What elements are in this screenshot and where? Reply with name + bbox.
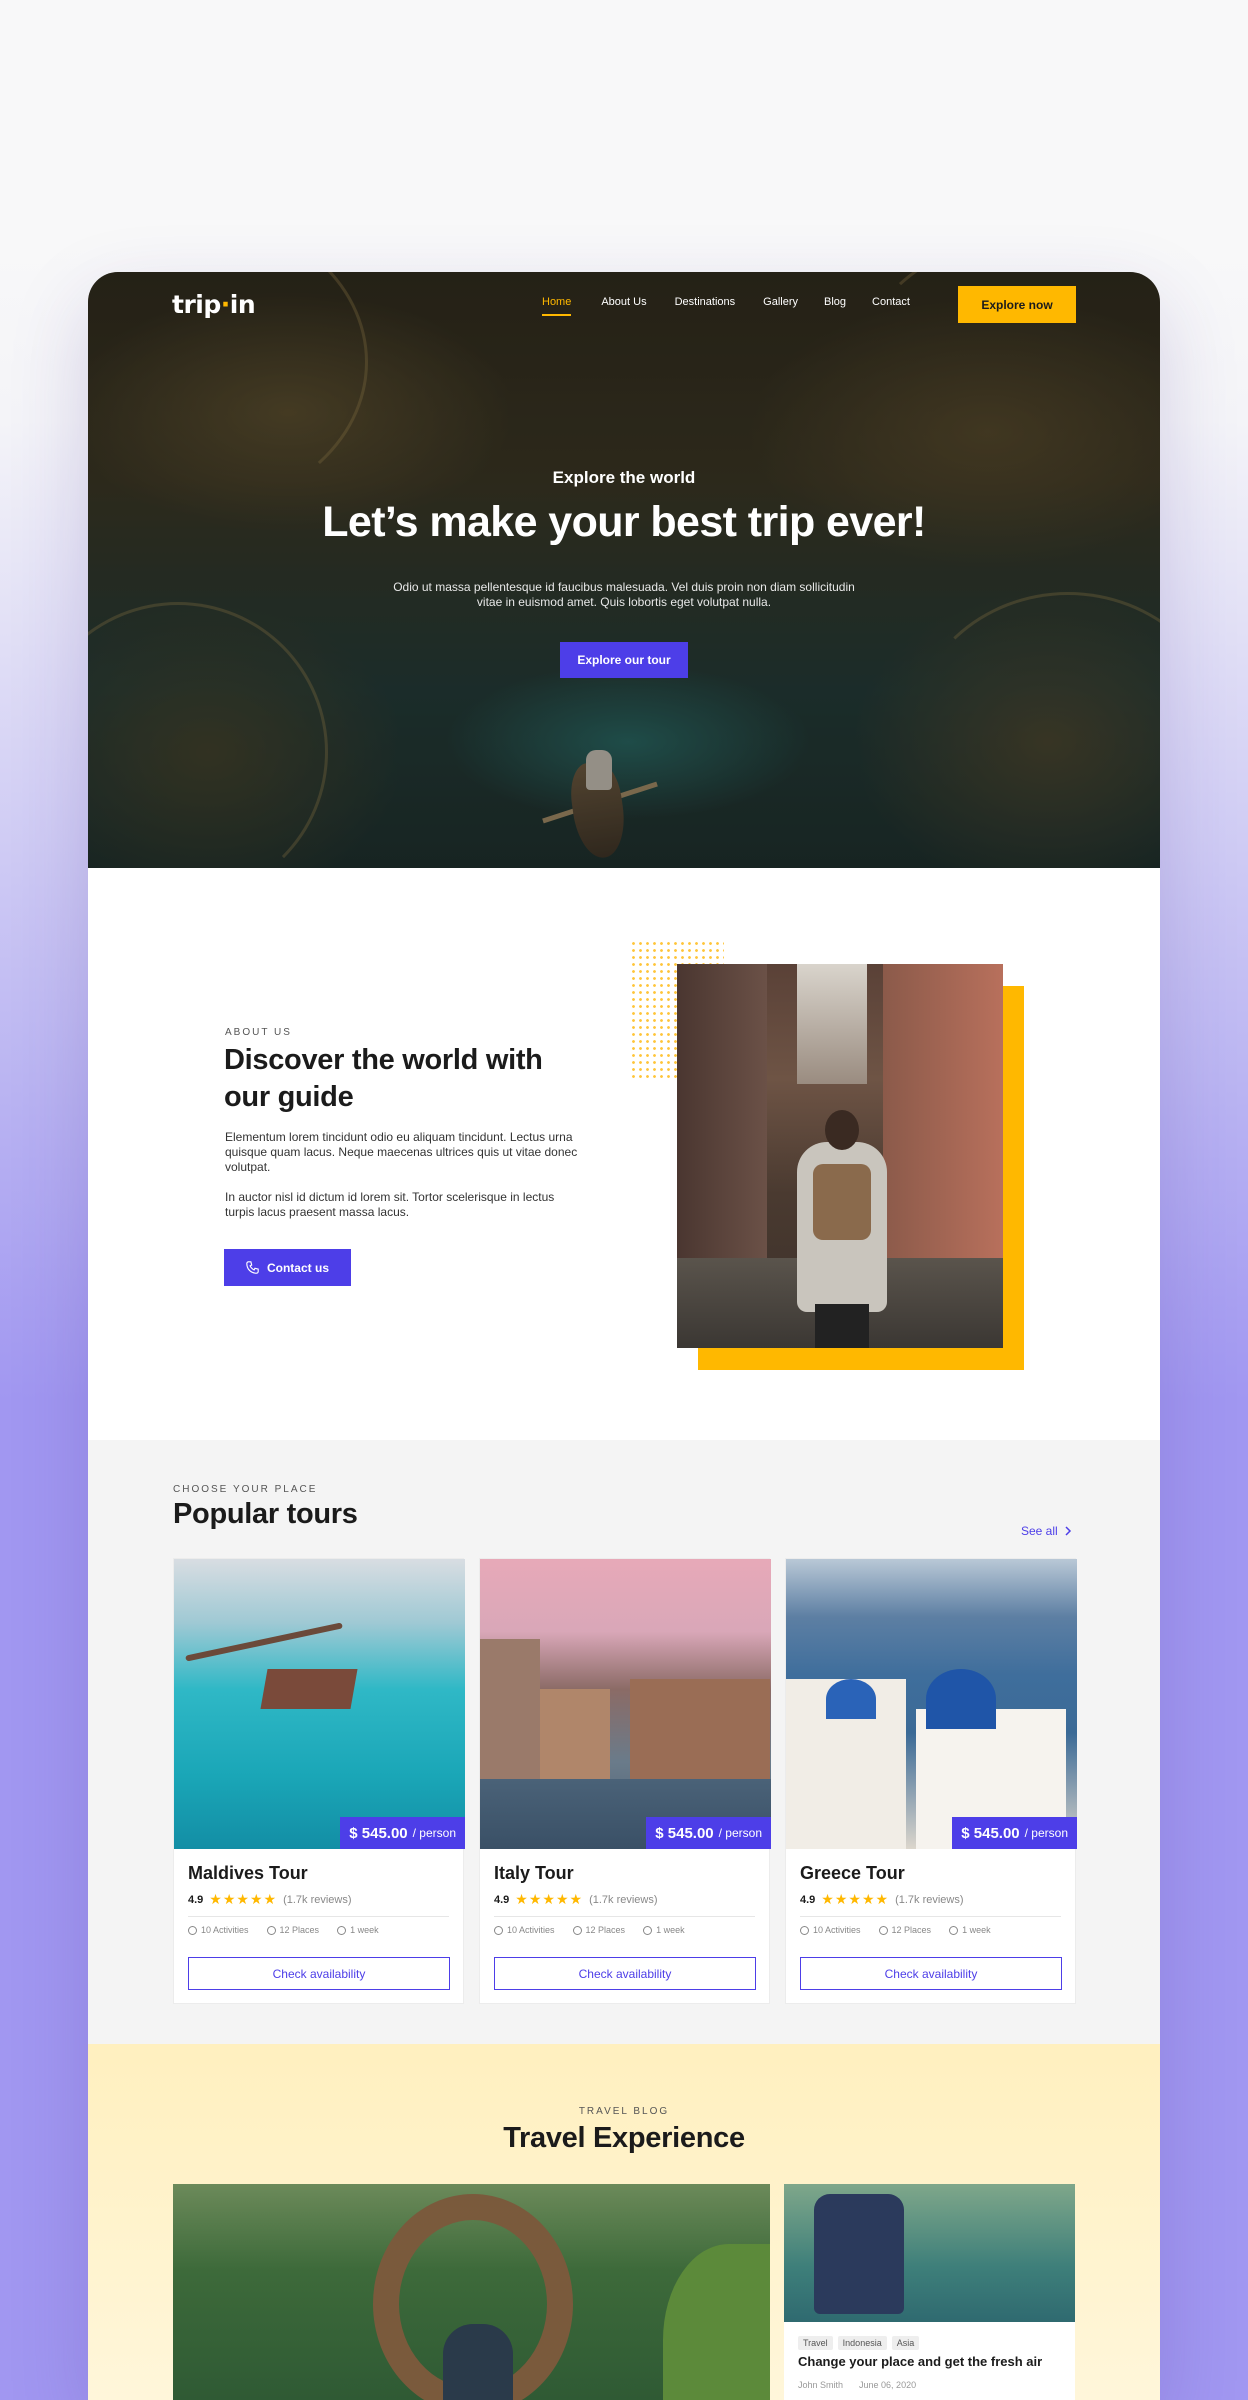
blog-author: John Smith bbox=[798, 2380, 844, 2390]
blog-featured-image[interactable] bbox=[173, 2184, 770, 2400]
tour-rating: 4.9 ★★★★★ (1.7k reviews) bbox=[800, 1891, 964, 1907]
user-icon bbox=[572, 1925, 582, 1935]
trophy-icon bbox=[494, 1925, 503, 1935]
nav-destinations[interactable]: Destinations bbox=[675, 294, 736, 316]
blog-date: June 06, 2020 bbox=[859, 2380, 917, 2390]
explore-our-tour-button[interactable]: Explore our tour bbox=[560, 642, 688, 678]
tour-rating: 4.9 ★★★★★ (1.7k reviews) bbox=[494, 1891, 658, 1907]
star-rating-icon: ★★★★★ bbox=[515, 1891, 584, 1907]
tour-title: Italy Tour bbox=[494, 1863, 574, 1883]
contact-us-button[interactable]: Contact us bbox=[224, 1249, 351, 1286]
trophy-icon bbox=[800, 1925, 809, 1935]
contact-us-label: Contact us bbox=[266, 1260, 329, 1275]
price-badge: $ 545.00/ person bbox=[646, 1817, 771, 1849]
about-title: Discover the world with our guide bbox=[224, 1044, 543, 1113]
nav-about-us[interactable]: About Us bbox=[601, 294, 646, 316]
tag-asia[interactable]: Asia bbox=[891, 2336, 920, 2350]
tour-title: Maldives Tour bbox=[188, 1863, 308, 1883]
about-eyebrow: ABOUT US bbox=[225, 1027, 292, 1038]
trophy-icon bbox=[188, 1925, 197, 1935]
nav-home[interactable]: Home bbox=[542, 294, 572, 316]
tours-eyebrow: CHOOSE YOUR PLACE bbox=[173, 1484, 318, 1495]
user-icon bbox=[266, 1925, 276, 1935]
logo[interactable]: trip·in bbox=[172, 290, 256, 319]
chevron-right-icon bbox=[1065, 1526, 1071, 1536]
main-nav: Home About Us Destinations Gallery Blog … bbox=[542, 294, 910, 316]
blog-eyebrow: TRAVEL BLOG bbox=[578, 2106, 670, 2117]
tour-card[interactable]: $ 545.00/ person Italy Tour 4.9 ★★★★★ (1… bbox=[479, 1558, 771, 2004]
blog-post-meta: John Smith June 06, 2020 bbox=[798, 2380, 916, 2390]
blog-post-card[interactable]: Travel Indonesia Asia Change your place … bbox=[784, 2184, 1075, 2400]
clock-icon bbox=[643, 1925, 653, 1935]
tour-rating: 4.9 ★★★★★ (1.7k reviews) bbox=[188, 1891, 352, 1907]
see-all-link[interactable]: See all bbox=[1021, 1524, 1072, 1538]
hero-title: Let’s make your best trip ever! bbox=[322, 498, 926, 546]
hero-section: trip·in Home About Us Destinations Galle… bbox=[88, 272, 1160, 902]
nav-gallery[interactable]: Gallery bbox=[763, 294, 798, 316]
nav-blog[interactable]: Blog bbox=[824, 294, 846, 316]
blog-tags: Travel Indonesia Asia bbox=[798, 2336, 920, 2350]
nav-contact[interactable]: Contact bbox=[872, 294, 910, 316]
check-availability-button[interactable]: Check availability bbox=[800, 1957, 1062, 1990]
about-paragraph-2: In auctor nisl id dictum id lorem sit. T… bbox=[225, 1190, 555, 1219]
explore-now-button[interactable]: Explore now bbox=[958, 286, 1076, 323]
tours-title: Popular tours bbox=[173, 1498, 358, 1530]
price-badge: $ 545.00/ person bbox=[952, 1817, 1077, 1849]
tour-meta: 10 Activities 12 Places 1 week bbox=[800, 1925, 991, 1935]
user-icon bbox=[878, 1925, 888, 1935]
about-paragraph-1: Elementum lorem tincidunt odio eu aliqua… bbox=[225, 1130, 578, 1174]
star-rating-icon: ★★★★★ bbox=[821, 1891, 890, 1907]
hero-description: Odio ut massa pellentesque id faucibus m… bbox=[393, 580, 855, 609]
tour-title: Greece Tour bbox=[800, 1863, 905, 1883]
hero-overlay bbox=[88, 272, 1160, 868]
tour-meta: 10 Activities 12 Places 1 week bbox=[188, 1925, 379, 1935]
tour-image-italy[interactable]: $ 545.00/ person bbox=[480, 1559, 771, 1849]
blog-post-title[interactable]: Change your place and get the fresh air bbox=[798, 2354, 1042, 2369]
phone-icon bbox=[246, 1261, 259, 1274]
about-photo-alley bbox=[677, 964, 1003, 1348]
tour-card[interactable]: $ 545.00/ person Greece Tour 4.9 ★★★★★ (… bbox=[785, 1558, 1077, 2004]
hero-eyebrow: Explore the world bbox=[552, 468, 696, 487]
check-availability-button[interactable]: Check availability bbox=[188, 1957, 450, 1990]
tour-image-maldives[interactable]: $ 545.00/ person bbox=[174, 1559, 465, 1849]
price-badge: $ 545.00/ person bbox=[340, 1817, 465, 1849]
star-rating-icon: ★★★★★ bbox=[209, 1891, 278, 1907]
travel-blog-section: TRAVEL BLOG Travel Experience Travel Ind… bbox=[88, 2044, 1160, 2400]
clock-icon bbox=[337, 1925, 347, 1935]
landing-page-frame: trip·in Home About Us Destinations Galle… bbox=[88, 272, 1160, 2400]
tag-indonesia[interactable]: Indonesia bbox=[837, 2336, 887, 2350]
blog-title: Travel Experience bbox=[503, 2122, 745, 2154]
check-availability-button[interactable]: Check availability bbox=[494, 1957, 756, 1990]
popular-tours-section: CHOOSE YOUR PLACE Popular tours See all … bbox=[88, 1440, 1160, 2044]
clock-icon bbox=[949, 1925, 959, 1935]
tour-meta: 10 Activities 12 Places 1 week bbox=[494, 1925, 685, 1935]
tour-image-greece[interactable]: $ 545.00/ person bbox=[786, 1559, 1077, 1849]
tag-travel[interactable]: Travel bbox=[798, 2336, 833, 2350]
blog-post-image[interactable] bbox=[784, 2184, 1075, 2322]
tour-card[interactable]: $ 545.00/ person Maldives Tour 4.9 ★★★★★… bbox=[173, 1558, 465, 2004]
see-all-label: See all bbox=[1021, 1524, 1058, 1538]
